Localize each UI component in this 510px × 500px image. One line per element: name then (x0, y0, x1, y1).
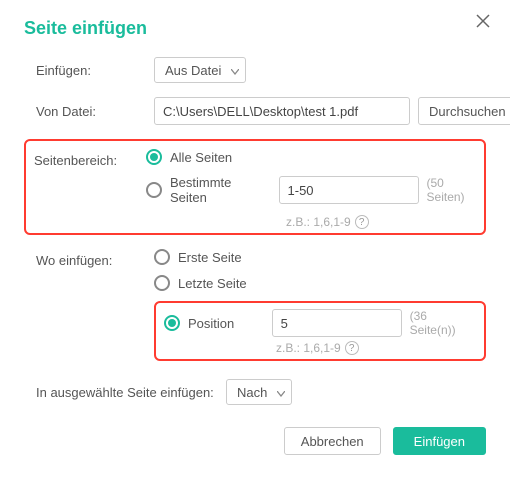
help-icon[interactable]: ? (355, 215, 369, 229)
from-file-label: Von Datei: (36, 104, 154, 119)
page-range-label: Seitenbereich: (34, 149, 146, 229)
insert-page-dialog: Seite einfügen Einfügen: Aus Datei Von D… (0, 0, 510, 475)
insert-button[interactable]: Einfügen (393, 427, 486, 455)
page-range-count: (50 Seiten) (427, 176, 479, 204)
radio-last-page[interactable] (154, 275, 170, 291)
close-button[interactable] (476, 14, 490, 28)
close-icon (476, 14, 490, 28)
file-path-input[interactable] (154, 97, 410, 125)
radio-position[interactable] (164, 315, 180, 331)
cancel-button[interactable]: Abbrechen (284, 427, 381, 455)
dialog-title: Seite einfügen (24, 18, 486, 39)
chevron-down-icon (277, 385, 285, 400)
radio-all-pages[interactable] (146, 149, 162, 165)
insert-source-select[interactable]: Aus Datei (154, 57, 246, 83)
position-input[interactable] (272, 309, 402, 337)
page-range-hint: z.B.: 1,6,1-9 (286, 215, 351, 229)
radio-position-label: Position (188, 316, 272, 331)
position-highlight: Position (36 Seite(n)) z.B.: 1,6,1-9 ? (154, 301, 486, 361)
page-range-input[interactable] (279, 176, 419, 204)
where-label: Wo einfügen: (36, 249, 154, 361)
browse-button[interactable]: Durchsuchen (418, 97, 510, 125)
radio-some-pages[interactable] (146, 182, 162, 198)
relative-value: Nach (237, 385, 267, 400)
page-range-highlight: Seitenbereich: Alle Seiten Bestimmte Sei… (24, 139, 486, 235)
insert-source-value: Aus Datei (165, 63, 221, 78)
chevron-down-icon (231, 63, 239, 78)
radio-all-pages-label: Alle Seiten (170, 150, 232, 165)
position-count: (36 Seite(n)) (410, 309, 476, 337)
relative-label: In ausgewählte Seite einfügen: (36, 385, 226, 400)
help-icon[interactable]: ? (345, 341, 359, 355)
position-hint: z.B.: 1,6,1-9 (276, 341, 341, 355)
radio-first-page-label: Erste Seite (178, 250, 242, 265)
radio-last-page-label: Letzte Seite (178, 276, 247, 291)
radio-first-page[interactable] (154, 249, 170, 265)
radio-some-pages-label: Bestimmte Seiten (170, 175, 267, 205)
relative-select[interactable]: Nach (226, 379, 292, 405)
insert-label: Einfügen: (36, 63, 154, 78)
